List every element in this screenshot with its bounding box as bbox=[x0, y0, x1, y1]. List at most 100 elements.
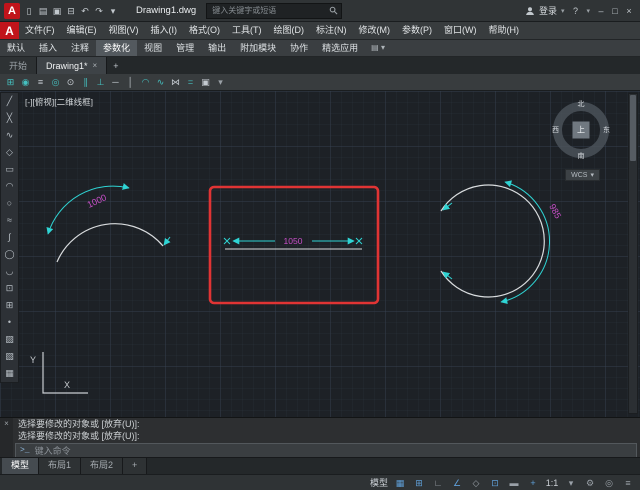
show-constraints-icon[interactable]: ▣ bbox=[198, 74, 213, 91]
drawing-canvas[interactable]: 1000 1050 985 Y X [-][俯视][二维线框] ╱ ╳ ∿ ◇ ▭ ◠ ○ ≈… bbox=[0, 91, 640, 417]
symmetric-constraint-icon[interactable]: ⋈ bbox=[168, 74, 183, 91]
ribbon-tab-addins[interactable]: 附加模块 bbox=[233, 40, 283, 56]
compass-west[interactable]: 西 bbox=[552, 125, 559, 135]
concentric-constraint-icon[interactable]: ◎ bbox=[48, 74, 63, 91]
menu-edit[interactable]: 编辑(E) bbox=[61, 22, 103, 39]
menu-parametric[interactable]: 参数(P) bbox=[396, 22, 438, 39]
ribbon-tab-annotate[interactable]: 注释 bbox=[64, 40, 96, 56]
grid-icon[interactable]: ▦ bbox=[391, 475, 409, 490]
circle-tool-icon[interactable]: ○ bbox=[1, 195, 18, 212]
vertical-scrollbar[interactable] bbox=[628, 93, 638, 414]
arc-length-dimension-right[interactable] bbox=[500, 180, 551, 305]
compass-north[interactable]: 北 bbox=[578, 99, 585, 109]
ribbon-tab-output[interactable]: 输出 bbox=[201, 40, 233, 56]
ellipse-arc-tool-icon[interactable]: ◡ bbox=[1, 263, 18, 280]
construction-line-tool-icon[interactable]: ╳ bbox=[1, 110, 18, 127]
undo-icon[interactable]: ↶ bbox=[78, 1, 92, 21]
ribbon-tab-home[interactable]: 默认 bbox=[0, 40, 32, 56]
application-menu-button[interactable]: A bbox=[0, 22, 19, 39]
menu-view[interactable]: 视图(V) bbox=[103, 22, 145, 39]
minimize-button[interactable]: – bbox=[594, 1, 608, 21]
ribbon-tab-view[interactable]: 视图 bbox=[137, 40, 169, 56]
maximize-button[interactable]: □ bbox=[608, 1, 622, 21]
point-tool-icon[interactable]: • bbox=[1, 314, 18, 331]
dimension-text-middle[interactable]: 1050 bbox=[284, 236, 303, 246]
polygon-tool-icon[interactable]: ◇ bbox=[1, 144, 18, 161]
parallel-constraint-icon[interactable]: ∥ bbox=[78, 74, 93, 91]
autocad-logo[interactable]: A bbox=[4, 2, 20, 19]
coincident-constraint-icon[interactable]: ◉ bbox=[18, 74, 33, 91]
toolbar-dropdown-icon[interactable]: ▾ bbox=[213, 74, 228, 91]
insert-block-tool-icon[interactable]: ⊡ bbox=[1, 280, 18, 297]
layout-tab-model[interactable]: 模型 bbox=[2, 458, 40, 474]
view-compass[interactable]: 北 南 西 东 上 bbox=[550, 99, 612, 161]
polyline-tool-icon[interactable]: ∿ bbox=[1, 127, 18, 144]
menu-modify[interactable]: 修改(M) bbox=[353, 22, 397, 39]
compass-east[interactable]: 东 bbox=[603, 125, 610, 135]
help-button[interactable]: ? bbox=[568, 1, 582, 21]
ribbon-tab-insert[interactable]: 插入 bbox=[32, 40, 64, 56]
dimension-text-left[interactable]: 1000 bbox=[86, 192, 108, 210]
make-block-tool-icon[interactable]: ⊞ bbox=[1, 297, 18, 314]
auto-constrain-icon[interactable]: ⊞ bbox=[3, 74, 18, 91]
layout-tab-layout1[interactable]: 布局1 bbox=[39, 458, 82, 474]
equal-constraint-icon[interactable]: = bbox=[183, 74, 198, 91]
save-icon[interactable]: ▣ bbox=[50, 1, 64, 21]
menu-insert[interactable]: 插入(I) bbox=[145, 22, 184, 39]
perpendicular-constraint-icon[interactable]: ⊥ bbox=[93, 74, 108, 91]
grip-point[interactable] bbox=[355, 237, 363, 245]
ortho-icon[interactable]: ∟ bbox=[429, 475, 447, 490]
plot-icon[interactable]: ⊟ bbox=[64, 1, 78, 21]
model-space-toggle[interactable]: 模型 bbox=[368, 475, 390, 490]
menu-draw[interactable]: 绘图(D) bbox=[268, 22, 311, 39]
search-icon[interactable] bbox=[329, 6, 338, 15]
lineweight-icon[interactable]: ▬ bbox=[505, 475, 523, 490]
menu-help[interactable]: 帮助(H) bbox=[483, 22, 526, 39]
collinear-constraint-icon[interactable]: ≡ bbox=[33, 74, 48, 91]
close-button[interactable]: × bbox=[622, 1, 636, 21]
customization-menu-icon[interactable]: ≡ bbox=[619, 475, 637, 490]
horizontal-constraint-icon[interactable]: ─ bbox=[108, 74, 123, 91]
help-dropdown-icon[interactable]: ▾ bbox=[586, 7, 590, 15]
wcs-dropdown[interactable]: WCS ▾ bbox=[565, 169, 600, 181]
ribbon-tab-featured[interactable]: 精选应用 bbox=[315, 40, 365, 56]
gradient-tool-icon[interactable]: ▧ bbox=[1, 348, 18, 365]
open-file-icon[interactable]: ▤ bbox=[36, 1, 50, 21]
menu-dimension[interactable]: 标注(N) bbox=[310, 22, 353, 39]
dynamic-input-icon[interactable]: + bbox=[524, 475, 542, 490]
close-tab-icon[interactable]: × bbox=[93, 61, 98, 70]
search-input[interactable] bbox=[210, 5, 327, 16]
arc-length-dimension-left[interactable] bbox=[46, 183, 130, 235]
layout-tab-add[interactable]: + bbox=[123, 458, 148, 474]
fix-constraint-icon[interactable]: ⊙ bbox=[63, 74, 78, 91]
arc-object-left[interactable] bbox=[56, 223, 164, 263]
new-drawing-tab-button[interactable]: + bbox=[107, 57, 124, 74]
command-input[interactable]: >_ 键入命令 bbox=[15, 443, 637, 458]
dimension-text-right[interactable]: 985 bbox=[547, 202, 563, 220]
annotation-scale-label[interactable]: 1:1 bbox=[543, 475, 561, 490]
isolate-objects-icon[interactable]: ◎ bbox=[600, 475, 618, 490]
arc-tool-icon[interactable]: ◠ bbox=[1, 178, 18, 195]
polar-tracking-icon[interactable]: ∠ bbox=[448, 475, 466, 490]
table-tool-icon[interactable]: ▦ bbox=[1, 365, 18, 382]
ellipse-tool-icon[interactable]: ◯ bbox=[1, 246, 18, 263]
close-command-window-icon[interactable]: × bbox=[4, 419, 9, 457]
ribbon-display-toggle-icon[interactable]: ▤ ▾ bbox=[371, 40, 385, 56]
rectangle-tool-icon[interactable]: ▭ bbox=[1, 161, 18, 178]
spline-tool-icon[interactable]: ∫ bbox=[1, 229, 18, 246]
scale-dropdown-icon[interactable]: ▾ bbox=[562, 475, 580, 490]
ribbon-tab-manage[interactable]: 管理 bbox=[169, 40, 201, 56]
ribbon-tab-parametric[interactable]: 参数化 bbox=[96, 40, 138, 56]
new-file-icon[interactable]: ▯ bbox=[22, 1, 36, 21]
isodraft-icon[interactable]: ◇ bbox=[467, 475, 485, 490]
line-tool-icon[interactable]: ╱ bbox=[1, 93, 18, 110]
grip-point[interactable] bbox=[223, 237, 231, 245]
login-button[interactable]: 登录 bbox=[539, 4, 557, 17]
workspace-gear-icon[interactable]: ⚙ bbox=[581, 475, 599, 490]
layout-tab-layout2[interactable]: 布局2 bbox=[81, 458, 124, 474]
scrollbar-thumb[interactable] bbox=[630, 95, 636, 161]
compass-south[interactable]: 南 bbox=[578, 151, 585, 161]
menu-format[interactable]: 格式(O) bbox=[183, 22, 226, 39]
osnap-icon[interactable]: ⊡ bbox=[486, 475, 504, 490]
viewport-controls[interactable]: [-][俯视][二维线框] bbox=[25, 96, 93, 108]
